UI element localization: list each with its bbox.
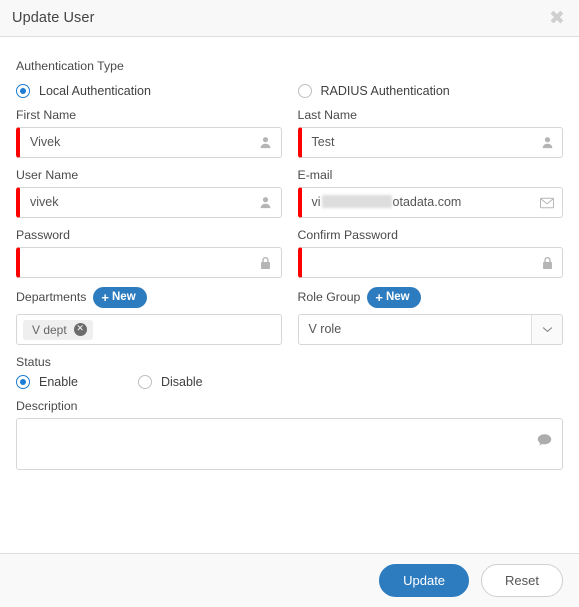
plus-icon: + xyxy=(101,289,109,305)
dialog-header: Update User ✖ xyxy=(0,0,579,37)
authentication-type-options: Local Authentication RADIUS Authenticati… xyxy=(8,78,571,98)
email-value-suffix: otadata.com xyxy=(392,195,462,209)
add-role-group-button[interactable]: + New xyxy=(367,286,421,308)
description-textarea[interactable] xyxy=(16,418,563,470)
radio-local-authentication-label: Local Authentication xyxy=(39,84,151,98)
update-button[interactable]: Update xyxy=(379,564,470,597)
reset-button[interactable]: Reset xyxy=(481,564,563,597)
confirm-password-input[interactable] xyxy=(297,247,563,278)
email-input[interactable]: vi otadata.com xyxy=(297,187,563,218)
add-department-button[interactable]: + New xyxy=(93,286,147,308)
first-name-label: First Name xyxy=(16,108,77,122)
add-role-group-button-label: New xyxy=(385,290,410,303)
departments-tag-box[interactable]: V dept ✕ xyxy=(16,314,282,345)
last-name-column: Last Name Test xyxy=(290,98,572,158)
radius-auth-radio-row: RADIUS Authentication xyxy=(297,84,564,98)
confirm-password-column: Confirm Password xyxy=(290,218,572,278)
description-section: Description xyxy=(8,389,571,470)
radio-status-disable-circle[interactable] xyxy=(137,375,152,389)
role-group-label: Role Group xyxy=(297,290,361,304)
last-name-label: Last Name xyxy=(297,108,357,122)
plus-icon: + xyxy=(375,289,383,305)
first-name-value: Vivek xyxy=(30,135,61,149)
last-name-value: Test xyxy=(311,135,335,149)
radio-status-enable[interactable]: Enable xyxy=(16,375,78,389)
role-group-select[interactable]: V role xyxy=(297,314,563,345)
description-column: Description xyxy=(8,389,571,470)
password-row: Password Confirm Password xyxy=(8,218,571,278)
password-column: Password xyxy=(8,218,290,278)
radius-auth-column: RADIUS Authentication xyxy=(290,78,572,98)
user-name-input[interactable]: vivek xyxy=(16,187,282,218)
dialog-footer: Update Reset xyxy=(0,553,579,607)
departments-label-row: Departments + New xyxy=(16,285,282,309)
radio-radius-authentication-label: RADIUS Authentication xyxy=(320,84,450,98)
departments-column: Departments + New V dept ✕ xyxy=(8,278,290,345)
update-user-dialog: Update User ✖ Authentication Type Local … xyxy=(0,0,579,607)
radio-radius-authentication[interactable]: RADIUS Authentication xyxy=(297,84,450,98)
email-value: vi otadata.com xyxy=(302,188,563,217)
user-name-value: vivek xyxy=(30,195,59,209)
email-label: E-mail xyxy=(297,168,333,182)
radio-status-enable-circle[interactable] xyxy=(16,375,30,389)
status-label: Status xyxy=(16,355,51,369)
authentication-type-section: Authentication Type xyxy=(8,49,571,78)
user-name-label: User Name xyxy=(16,168,79,182)
comment-icon xyxy=(537,432,552,447)
status-section: Status Enable Disable xyxy=(8,345,571,389)
role-group-label-row: Role Group + New xyxy=(298,285,564,309)
local-auth-radio-row: Local Authentication xyxy=(16,84,282,98)
password-input[interactable] xyxy=(16,247,282,278)
remove-tag-icon[interactable]: ✕ xyxy=(73,323,87,336)
description-label: Description xyxy=(16,399,78,413)
radio-radius-authentication-circle[interactable] xyxy=(297,84,312,98)
email-value-prefix: vi xyxy=(311,195,321,209)
user-name-column: User Name vivek xyxy=(8,158,290,218)
status-radio-row: Enable Disable xyxy=(16,375,563,389)
name-row: First Name Vivek Last Name Test xyxy=(8,98,571,158)
chevron-down-icon[interactable] xyxy=(531,315,562,344)
lock-icon xyxy=(259,256,273,270)
email-redacted-block xyxy=(321,195,392,208)
dialog-title: Update User xyxy=(12,10,95,26)
department-tag-label: V dept xyxy=(32,322,67,337)
confirm-password-label: Confirm Password xyxy=(297,228,398,242)
first-name-column: First Name Vivek xyxy=(8,98,290,158)
local-auth-column: Local Authentication xyxy=(8,78,290,98)
radio-status-enable-label: Enable xyxy=(39,375,78,389)
radio-local-authentication[interactable]: Local Authentication xyxy=(16,84,151,98)
authentication-type-column: Authentication Type xyxy=(8,49,571,78)
radio-status-disable[interactable]: Disable xyxy=(137,375,203,389)
radio-status-disable-label: Disable xyxy=(160,375,203,389)
authentication-type-label: Authentication Type xyxy=(16,59,124,73)
departments-rolegroup-row: Departments + New V dept ✕ Role Group + Ne… xyxy=(8,278,571,345)
role-group-column: Role Group + New V role xyxy=(290,278,572,345)
lock-icon xyxy=(540,256,554,270)
add-department-button-label: New xyxy=(112,290,136,303)
username-email-row: User Name vivek E-mail vi otadata.com xyxy=(8,158,571,218)
radio-local-authentication-circle[interactable] xyxy=(16,84,30,98)
status-column: Status Enable Disable xyxy=(8,345,571,389)
password-label: Password xyxy=(16,228,70,242)
first-name-input[interactable]: Vivek xyxy=(16,127,282,158)
role-group-selected-value: V role xyxy=(308,322,342,336)
dialog-body: Authentication Type Local Authentication… xyxy=(0,37,579,553)
last-name-input[interactable]: Test xyxy=(297,127,563,158)
close-icon[interactable]: ✖ xyxy=(547,8,567,28)
department-tag: V dept ✕ xyxy=(23,319,93,340)
email-column: E-mail vi otadata.com xyxy=(290,158,572,218)
departments-label: Departments xyxy=(16,290,87,304)
